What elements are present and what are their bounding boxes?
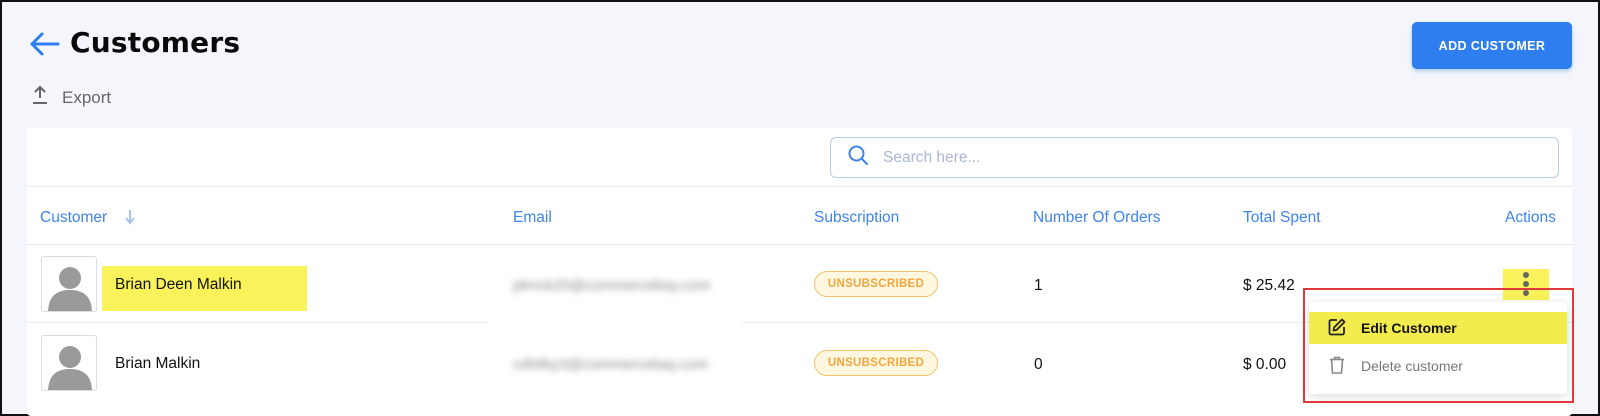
- edit-icon: [1309, 317, 1347, 340]
- column-header-orders: Number Of Orders: [1033, 209, 1161, 226]
- delete-customer-label: Delete customer: [1361, 358, 1463, 374]
- add-customer-button[interactable]: ADD CUSTOMER: [1412, 22, 1572, 69]
- search-input[interactable]: [883, 142, 1558, 173]
- actions-menu: Edit Customer Delete customer: [1309, 302, 1567, 394]
- divider: [27, 186, 1572, 187]
- delete-customer-item[interactable]: Delete customer: [1309, 350, 1567, 382]
- trash-icon: [1309, 355, 1347, 378]
- order-count: 0: [1034, 356, 1043, 373]
- sort-down-icon[interactable]: [124, 209, 136, 225]
- customer-email: jdrnck25@commercebay.com: [513, 277, 711, 294]
- back-arrow-icon[interactable]: [28, 30, 60, 58]
- customer-name[interactable]: Brian Deen Malkin: [115, 276, 242, 294]
- subscription-badge: UNSUBSCRIBED: [814, 350, 938, 376]
- customer-name[interactable]: Brian Malkin: [115, 355, 200, 373]
- column-header-actions: Actions: [1505, 209, 1556, 226]
- order-count: 1: [1034, 277, 1043, 294]
- edit-customer-label: Edit Customer: [1361, 320, 1457, 336]
- column-header-customer[interactable]: Customer: [40, 209, 107, 227]
- page-title: Customers: [70, 26, 241, 59]
- subscription-badge: UNSUBSCRIBED: [814, 271, 938, 297]
- column-header-total-spent: Total Spent: [1243, 209, 1321, 226]
- upload-icon: [30, 84, 50, 111]
- edit-customer-item[interactable]: Edit Customer: [1309, 312, 1567, 344]
- customer-email: cdhilky3@commercebay.com: [513, 356, 709, 373]
- export-button[interactable]: Export: [30, 84, 111, 111]
- column-header-subscription: Subscription: [814, 209, 900, 226]
- search-icon: [831, 144, 869, 171]
- export-label: Export: [62, 87, 112, 107]
- column-header-email: Email: [513, 209, 552, 226]
- search-box[interactable]: [830, 137, 1559, 178]
- divider: [27, 244, 1572, 245]
- total-spent: $ 0.00: [1243, 356, 1287, 373]
- user-avatar-icon: [41, 335, 97, 391]
- row-gap: [488, 316, 742, 326]
- user-avatar-icon: [41, 256, 97, 312]
- total-spent: $ 25.42: [1243, 277, 1295, 294]
